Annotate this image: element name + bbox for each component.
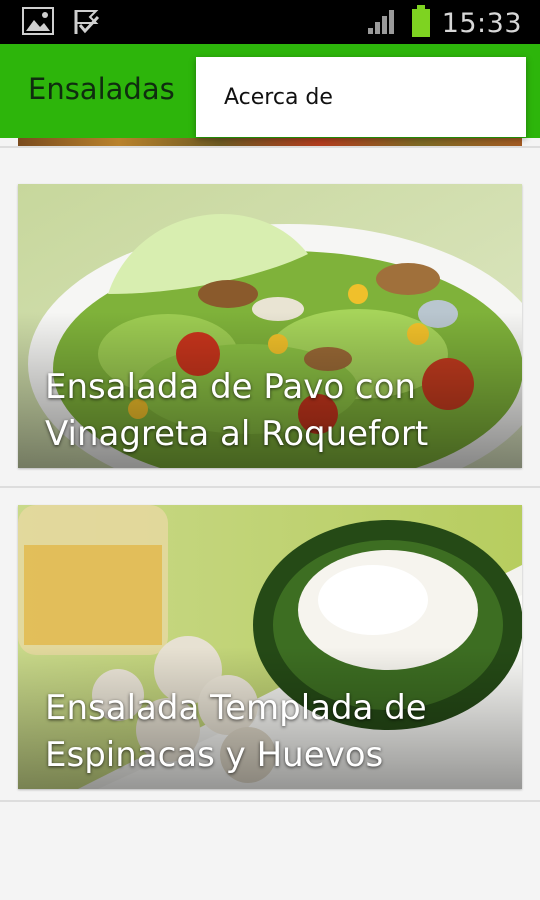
divider <box>0 486 540 488</box>
menu-item-about[interactable]: Acerca de <box>224 85 333 110</box>
partial-recipe-card[interactable] <box>18 138 522 146</box>
recipe-card[interactable]: Ensalada Templada de Espinacas y Huevos <box>18 505 522 789</box>
divider <box>0 146 540 148</box>
recipe-title: Ensalada de Pavo con Vinagreta al Roquef… <box>45 367 429 454</box>
overflow-menu: Acerca de <box>196 57 526 137</box>
image-icon <box>22 7 54 41</box>
battery-icon <box>410 4 432 42</box>
clock: 15:33 <box>441 7 522 39</box>
signal-icon <box>366 6 400 40</box>
notification-icons <box>22 7 102 41</box>
recipe-list[interactable]: Ensalada de Pavo con Vinagreta al Roquef… <box>0 138 540 900</box>
status-bar: 15:33 <box>0 0 540 44</box>
divider <box>0 800 540 802</box>
recipe-title: Ensalada Templada de Espinacas y Huevos <box>45 688 427 775</box>
app-title: Ensaladas <box>28 72 175 106</box>
recipe-card[interactable]: Ensalada de Pavo con Vinagreta al Roquef… <box>18 184 522 468</box>
system-icons: 15:33 <box>366 4 522 42</box>
checkmark-flag-icon <box>72 7 102 41</box>
